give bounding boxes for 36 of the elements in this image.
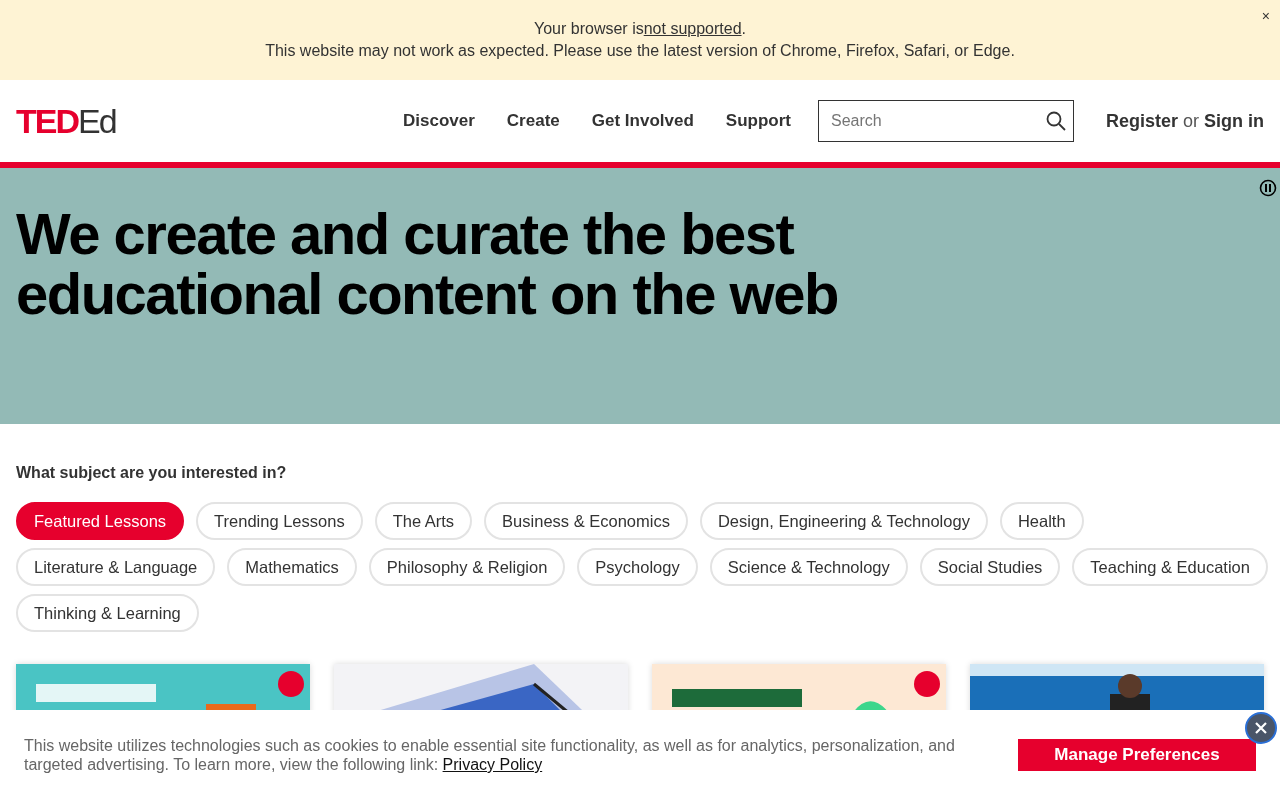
sign-in-link[interactable]: Sign in (1204, 110, 1264, 132)
or-text: or (1183, 110, 1199, 132)
privacy-policy-link[interactable]: Privacy Policy (442, 756, 543, 773)
not-supported-link[interactable]: not supported (643, 20, 742, 37)
cookie-text: This website utilizes technologies such as cookies to enable essential site functionality, as well as for analytics, personalization, and targeted advertising. To learn more, view the following link: Privacy Policy (24, 736, 956, 774)
subject-chip[interactable]: Health (999, 502, 1084, 540)
close-icon[interactable] (1253, 720, 1269, 736)
subject-chip[interactable]: Literature & Language (16, 548, 216, 586)
search-icon[interactable] (1045, 111, 1066, 131)
subject-chip[interactable]: Psychology (577, 548, 698, 586)
nav-link[interactable]: Support (716, 111, 800, 131)
subject-chip[interactable]: Philosophy & Religion (368, 548, 566, 586)
manage-preferences-button[interactable]: Manage Preferences (1018, 739, 1256, 771)
nav-link[interactable]: Discover (394, 111, 484, 131)
subject-chip[interactable]: Social Studies (919, 548, 1061, 586)
hero-title: We create and curate the best educational content on the web (16, 204, 839, 324)
subject-chip[interactable]: Science & Technology (709, 548, 908, 586)
subject-chip[interactable]: Trending Lessons (196, 502, 363, 540)
nav-link[interactable]: Create (497, 111, 569, 131)
subject-chip[interactable]: The Arts (374, 502, 473, 540)
close-button[interactable]: × (1261, 8, 1270, 24)
pause-button[interactable] (1259, 179, 1277, 197)
close-button[interactable] (1245, 712, 1277, 744)
subject-chip[interactable]: Business & Economics (484, 502, 688, 540)
notice-text: This website may not work as expected. Please use the latest version of Chrome, Firefox, Safari, or Edge. (265, 42, 1015, 60)
subject-chip[interactable]: Mathematics (227, 548, 357, 586)
notice-text: Your browser isnot supported. (534, 20, 746, 38)
subject-chip[interactable]: Featured Lessons (16, 502, 185, 540)
nav-link[interactable]: Get Involved (582, 111, 703, 131)
search-field[interactable]: Search (817, 100, 1074, 142)
subject-question: What subject are you interested in? (16, 464, 288, 482)
logo[interactable]: TEDEd (16, 101, 116, 141)
register-link[interactable]: Register (1105, 110, 1178, 132)
subject-chip[interactable]: Thinking & Learning (16, 594, 199, 632)
subject-chip[interactable]: Design, Engineering & Technology (699, 502, 988, 540)
subject-chip[interactable]: Teaching & Education (1072, 548, 1268, 586)
